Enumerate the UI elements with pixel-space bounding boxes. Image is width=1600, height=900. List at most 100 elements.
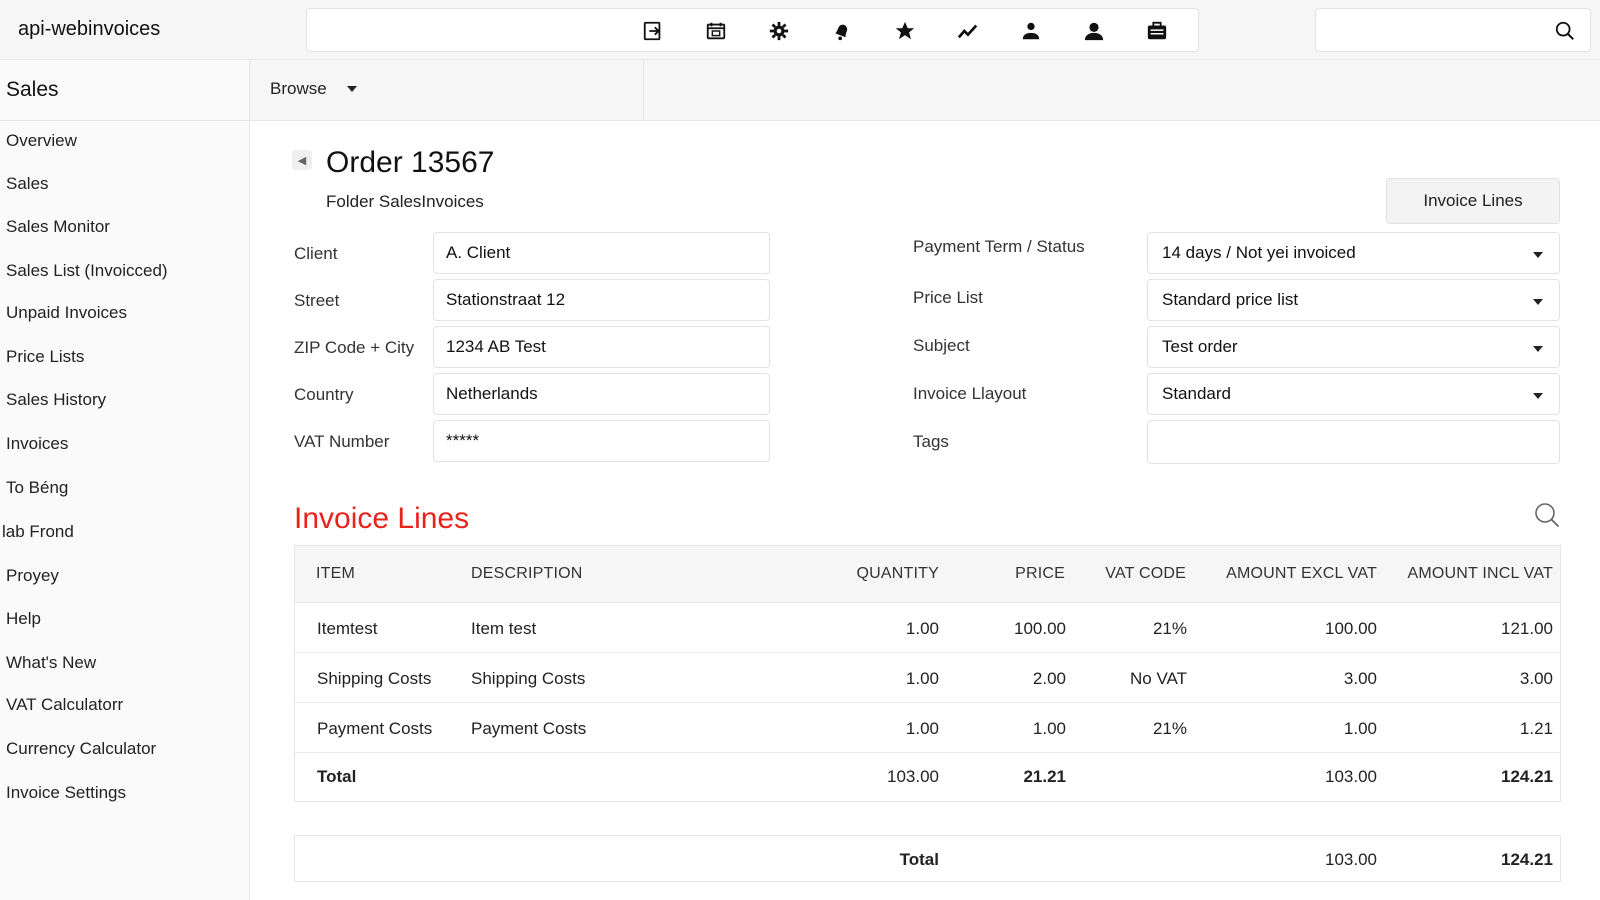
street-field[interactable]: Stationstraat 12 [433, 279, 770, 321]
client-field[interactable]: A. Client [433, 232, 770, 274]
invoice-layout-label: Invoice Llayout [913, 384, 1027, 403]
cell-price: 100.00 [1014, 619, 1066, 638]
col-amount-excl[interactable]: AMOUNT EXCL VAT [1226, 565, 1377, 583]
top-bar: api-webinvoices [0, 0, 1600, 60]
cell-quantity: 1.00 [905, 619, 939, 638]
sidebar-item-whats-new[interactable]: What's New [6, 653, 96, 673]
payment-term-label: Payment Term / Status [913, 237, 1085, 256]
sidebar-item-vat-calculator[interactable]: VAT Calculatorr [6, 695, 123, 715]
sidebar: Sales Overview Sales Sales Monitor Sales… [0, 60, 250, 900]
sidebar-item-sales[interactable]: Sales [6, 174, 49, 194]
chevron-down-icon [346, 86, 357, 92]
payment-term-select[interactable]: 14 days / Not yei invoiced [1147, 232, 1560, 274]
vat-number-label: VAT Number [294, 432, 390, 451]
chevron-down-icon [1533, 299, 1543, 305]
cell-description: Payment Costs [471, 719, 587, 738]
sidebar-item-unpaid-invoices[interactable]: Unpaid Invoices [6, 303, 127, 323]
cell-price: 2.00 [1032, 669, 1066, 688]
browse-dropdown[interactable]: Browse [270, 79, 357, 99]
cell-amount-incl: 3.00 [1519, 669, 1553, 688]
chart-icon[interactable] [956, 19, 980, 43]
price-list-label: Price List [913, 288, 983, 307]
table-total-row: Total 103.00 21.21 103.00 124.21 [295, 753, 1560, 803]
app-title: api-webinvoices [18, 18, 161, 40]
zip-city-label: ZIP Code + City [294, 338, 415, 357]
price-list-value: Standard price list [1162, 290, 1299, 309]
bell-icon[interactable] [830, 19, 854, 43]
sidebar-item-help[interactable]: Help [6, 609, 41, 629]
vat-number-field[interactable]: ***** [433, 420, 770, 462]
search-input[interactable] [1326, 17, 1546, 45]
chevron-down-icon [1533, 252, 1543, 258]
payment-term-value: 14 days / Not yei invoiced [1162, 243, 1356, 262]
user-icon[interactable] [1019, 19, 1043, 43]
import-icon[interactable] [641, 19, 665, 43]
grand-total-amount-excl: 103.00 [1325, 850, 1377, 869]
price-list-select[interactable]: Standard price list [1147, 279, 1560, 321]
cell-vat-code: No VAT [1130, 669, 1187, 688]
cell-description: Item test [471, 619, 537, 638]
profile-icon[interactable] [1082, 19, 1106, 43]
cell-item: Itemtest [317, 619, 378, 638]
country-field[interactable]: Netherlands [433, 373, 770, 415]
table-row[interactable]: Itemtest Item test 1.00 100.00 21% 100.0… [295, 603, 1560, 653]
client-label: Client [294, 244, 338, 263]
chevron-down-icon [1533, 393, 1543, 399]
search-box [1315, 8, 1591, 52]
star-icon[interactable] [893, 19, 917, 43]
sidebar-item-sales-monitor[interactable]: Sales Monitor [6, 217, 110, 237]
briefcase-icon[interactable] [1145, 19, 1169, 43]
col-amount-incl[interactable]: AMOUNT INCL VAT [1407, 565, 1553, 583]
grand-total-amount-incl: 124.21 [1501, 850, 1553, 869]
sidebar-title: Sales [0, 60, 249, 121]
table-row[interactable]: Payment Costs Payment Costs 1.00 1.00 21… [295, 703, 1560, 753]
tags-label: Tags [913, 432, 949, 451]
sidebar-item-currency-calculator[interactable]: Currency Calculator [6, 739, 156, 759]
sidebar-item-lab-frond[interactable]: lab Frond [2, 522, 74, 542]
col-quantity[interactable]: QUANTITY [857, 565, 940, 583]
cell-amount-excl: 1.00 [1343, 719, 1377, 738]
cell-item: Payment Costs [317, 719, 433, 738]
gear-icon[interactable] [767, 19, 791, 43]
divider [643, 60, 644, 121]
sidebar-item-sales-list[interactable]: Sales List (Invoicced) [6, 261, 168, 281]
street-label: Street [294, 291, 340, 310]
search-icon[interactable] [1534, 502, 1560, 528]
total-amount-incl: 124.21 [1501, 767, 1553, 786]
subject-value: Test order [1162, 337, 1238, 356]
sidebar-item-sales-history[interactable]: Sales History [6, 390, 106, 410]
calendar-icon[interactable] [704, 19, 728, 43]
subject-select[interactable]: Test order [1147, 326, 1560, 368]
cell-quantity: 1.00 [905, 719, 939, 738]
cell-amount-excl: 3.00 [1343, 669, 1377, 688]
col-item[interactable]: ITEM [316, 565, 355, 583]
cell-item: Shipping Costs [317, 669, 432, 688]
invoice-layout-select[interactable]: Standard [1147, 373, 1560, 415]
country-label: Country [294, 385, 354, 404]
folder-label: Folder SalesInvoices [326, 192, 484, 211]
total-quantity: 103.00 [887, 767, 939, 786]
sidebar-item-overview[interactable]: Overview [6, 131, 77, 151]
chevron-left-icon: ◀ [297, 154, 307, 167]
sidebar-item-invoices[interactable]: Invoices [6, 434, 68, 454]
tags-field[interactable] [1147, 420, 1560, 464]
sidebar-item-invoice-settings[interactable]: Invoice Settings [6, 783, 126, 803]
col-price[interactable]: PRICE [1015, 565, 1065, 583]
sidebar-item-price-lists[interactable]: Price Lists [6, 347, 84, 367]
back-button[interactable]: ◀ [292, 150, 312, 170]
table-row[interactable]: Shipping Costs Shipping Costs 1.00 2.00 … [295, 653, 1560, 703]
zip-city-field[interactable]: 1234 AB Test [433, 326, 770, 368]
sidebar-item-proyey[interactable]: Proyey [6, 566, 59, 586]
col-vat-code[interactable]: VAT CODE [1105, 565, 1186, 583]
total-amount-excl: 103.00 [1325, 767, 1377, 786]
page-title: Order 13567 [326, 146, 495, 179]
cell-amount-incl: 121.00 [1501, 619, 1553, 638]
toolbar [306, 8, 1199, 52]
invoice-lines-title: Invoice Lines [294, 502, 470, 535]
cell-amount-incl: 1.21 [1519, 719, 1553, 738]
sidebar-item-to-beng[interactable]: To Béng [6, 478, 68, 498]
cell-description: Shipping Costs [471, 669, 586, 688]
search-icon[interactable] [1554, 20, 1576, 42]
col-description[interactable]: DESCRIPTION [471, 565, 583, 583]
invoice-lines-button[interactable]: Invoice Lines [1386, 178, 1560, 224]
